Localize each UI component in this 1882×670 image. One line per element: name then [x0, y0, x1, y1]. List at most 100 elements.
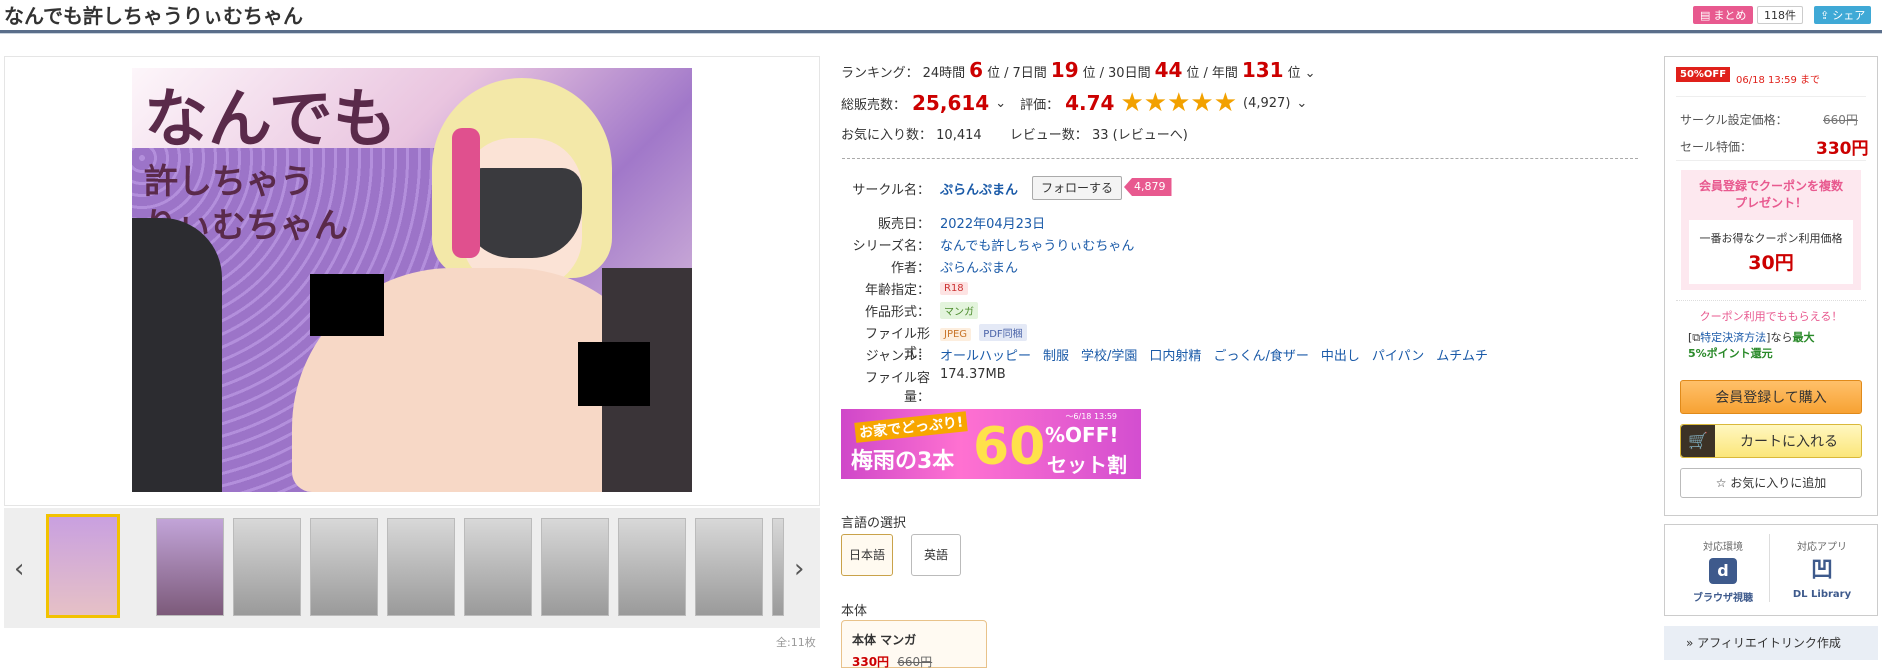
affiliate-link-button[interactable]: » アフィリエイトリンク作成 — [1664, 626, 1878, 660]
age-tag[interactable]: R18 — [940, 282, 968, 295]
dl-library-label[interactable]: DL Library — [1772, 589, 1872, 600]
format-label: 作品形式： — [864, 305, 930, 320]
sale-price-label: セール特価： — [1680, 140, 1753, 154]
thumbnail[interactable] — [541, 518, 609, 616]
follow-button[interactable]: フォローする — [1032, 176, 1123, 200]
cover-image[interactable]: なんでも 許しちゃう りぃむちゃん — [132, 68, 692, 492]
language-ja-button[interactable]: 日本語 — [841, 534, 893, 576]
genre-link[interactable]: 制服 — [1043, 345, 1069, 364]
chevron-right-icon[interactable]: › — [794, 554, 804, 584]
ranking-30d-label: 30日間 — [1108, 66, 1151, 81]
reviews-link[interactable]: (レビューへ) — [1113, 128, 1188, 143]
thumbnail[interactable] — [618, 518, 686, 616]
star-rating-icon: ★★★★★ — [1120, 88, 1238, 118]
thumbnail[interactable] — [233, 518, 301, 616]
sale-badge: 50%OFF — [1676, 67, 1731, 82]
censor-block — [310, 274, 384, 336]
banner-pct: %OFF! — [1045, 423, 1119, 447]
add-favorite-button[interactable]: ☆ お気に入りに追加 — [1680, 468, 1862, 498]
sidebar-divider — [1676, 300, 1866, 301]
register-buy-label: 会員登録して購入 — [1715, 390, 1827, 406]
share-button[interactable]: ⇪ シェア — [1814, 6, 1872, 24]
series-link[interactable]: なんでも許しちゃうりぃむちゃん — [940, 235, 1134, 254]
circle-link[interactable]: ぷらんぷまん — [940, 179, 1018, 198]
favorites-value: 10,414 — [936, 128, 982, 143]
stats-row: お気に入り数： 10,414 レビュー数： 33 (レビューへ) — [841, 124, 1188, 143]
language-en-button[interactable]: 英語 — [911, 534, 961, 576]
sidebar-divider — [1676, 96, 1866, 97]
set-price-label: サークル設定価格： — [1680, 113, 1788, 127]
ranking-label: ランキング： — [841, 66, 919, 81]
genre-link[interactable]: 中出し — [1321, 345, 1360, 364]
genre-link[interactable]: オールハッピー — [940, 345, 1031, 364]
separator: / — [1203, 66, 1208, 81]
thumbnail[interactable] — [156, 518, 224, 616]
rank-unit: 位 — [1082, 66, 1096, 81]
genre-link[interactable]: ごっくん/食ザー — [1213, 345, 1308, 364]
genre-link[interactable]: 口内射精 — [1149, 345, 1201, 364]
thumbnail[interactable] — [772, 518, 784, 616]
thumbnail[interactable] — [387, 518, 455, 616]
sale-until: 06/18 13:59 まで — [1736, 75, 1820, 86]
chevron-down-icon[interactable]: ⌄ — [995, 96, 1006, 111]
file-tag-jpeg[interactable]: JPEG — [940, 328, 972, 341]
matome-button[interactable]: ▤ まとめ — [1693, 6, 1754, 24]
dl-library-icon: 凹 — [1810, 558, 1833, 583]
app-label: 対応アプリ — [1797, 542, 1847, 553]
ranking-7d-value: 19 — [1050, 58, 1079, 82]
reviews-label: レビュー数： — [1009, 128, 1088, 143]
author-link[interactable]: ぷらんぷまん — [940, 257, 1018, 276]
bookmark-icon: ▤ — [1700, 8, 1711, 22]
thumbnail[interactable] — [310, 518, 378, 616]
format-tag[interactable]: マンガ — [940, 302, 978, 319]
cover-title-line1: なんでも — [144, 82, 397, 157]
circle-label: サークル名： — [852, 183, 930, 198]
rank-unit: 位 — [1186, 66, 1200, 81]
register-buy-button[interactable]: 会員登録して購入 — [1680, 380, 1862, 414]
release-date-link[interactable]: 2022年04月23日 — [940, 213, 1045, 232]
genre-link[interactable]: パイパン — [1372, 345, 1424, 364]
browser-view-label[interactable]: ブラウザ視聴 — [1678, 589, 1768, 604]
genre-link[interactable]: 学校/学園 — [1081, 345, 1137, 364]
payment-method-link[interactable]: 特定決済方法 — [1700, 331, 1766, 344]
dashed-divider — [842, 158, 1638, 159]
browser-view-icon: d — [1709, 558, 1737, 584]
banner-line2: 梅雨の3本 — [851, 449, 955, 474]
edition-label: 本体 — [841, 604, 868, 619]
coupon-title-line2: プレゼント！ — [1734, 196, 1807, 210]
edition-card[interactable]: 本体 マンガ 330円 660円 — [841, 620, 987, 669]
chevron-down-icon[interactable]: ⌄ — [1296, 96, 1307, 111]
chevron-left-icon[interactable]: ‹ — [14, 554, 24, 584]
ranking-year-label: 年間 — [1211, 66, 1238, 81]
coupon-best-price: 30円 — [1748, 252, 1794, 274]
separator: / — [1099, 66, 1105, 81]
image-total-count: 全:11枚 — [776, 636, 816, 649]
cover-title-line2: 許しちゃう — [144, 162, 314, 202]
chevron-down-icon[interactable]: ⌄ — [1305, 66, 1316, 81]
file-tag-pdf[interactable]: PDF同梱 — [979, 324, 1027, 341]
rating-value: 4.74 — [1065, 91, 1115, 115]
matome-label: まとめ — [1713, 9, 1747, 22]
promo-banner[interactable]: ～6/18 13:59 お家でどっぷり! 梅雨の3本 60 %OFF! セット割 — [841, 409, 1141, 479]
separator: / — [1004, 66, 1009, 81]
genre-link[interactable]: ムチムチ — [1436, 345, 1488, 364]
thumbnail[interactable] — [464, 518, 532, 616]
genre-label: ジャンル： — [865, 349, 930, 364]
sales-row: 総販売数： 25,614 ⌄ 評価： 4.74 ★★★★★ (4,927) ⌄ — [841, 88, 1307, 118]
env-label: 対応環境 — [1703, 542, 1743, 553]
coupon-title-line1: 会員登録でクーポンを複数 — [1698, 179, 1843, 193]
add-to-cart-button[interactable]: 🛒 カートに入れる — [1680, 424, 1862, 458]
thumbnail[interactable] — [46, 514, 120, 618]
ranking-24h-label: 24時間 — [922, 66, 966, 81]
favorites-label: お気に入り数： — [841, 128, 933, 143]
file-size-value: 174.37MB — [940, 367, 1006, 382]
matome-count: 118件 — [1757, 6, 1803, 24]
ranking-30d-value: 44 — [1154, 58, 1183, 82]
series-label: シリーズ名： — [852, 239, 930, 254]
age-label: 年齢指定： — [864, 283, 930, 298]
reviews-value: 33 — [1091, 128, 1109, 143]
author-label: 作者： — [890, 261, 930, 276]
cart-label: カートに入れる — [1740, 434, 1838, 450]
payment-note: [⧉特定決済方法]なら最大 5%ポイント還元 — [1688, 330, 1864, 362]
thumbnail[interactable] — [695, 518, 763, 616]
